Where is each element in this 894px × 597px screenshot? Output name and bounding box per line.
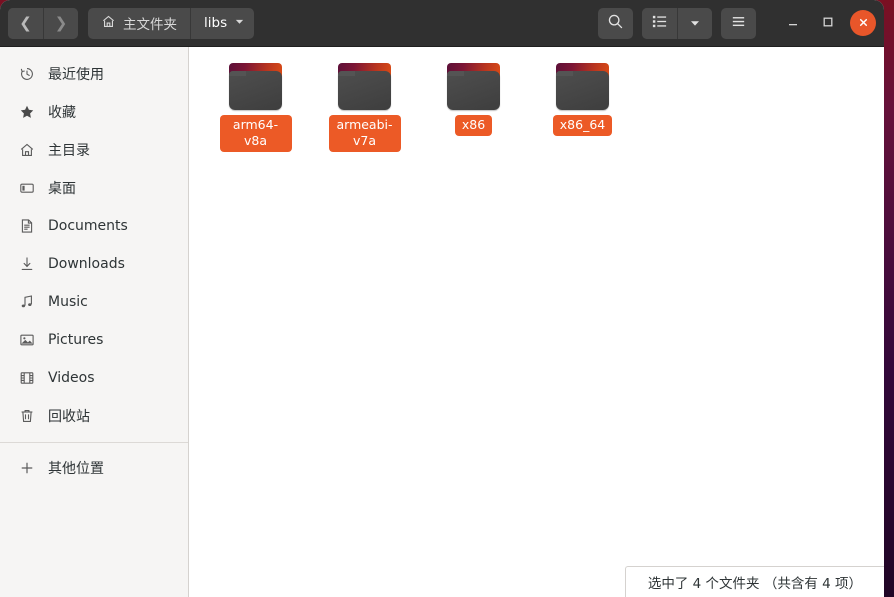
sidebar-item-label: Documents xyxy=(48,218,128,234)
trash-icon xyxy=(18,408,35,425)
status-bar: 选中了 4 个文件夹 （共含有 4 项） xyxy=(624,566,884,597)
sidebar-item-label: Videos xyxy=(48,370,95,386)
sidebar-divider xyxy=(0,442,188,443)
music-icon xyxy=(18,294,35,311)
sidebar-item-videos[interactable]: Videos xyxy=(0,359,188,397)
sidebar-item-recent[interactable]: 最近使用 xyxy=(0,55,188,93)
header-left-group: ❮ ❯ 主文件夹 libs xyxy=(8,7,255,39)
breadcrumb: 主文件夹 libs xyxy=(88,7,255,39)
file-item[interactable]: armeabi-v7a xyxy=(310,57,419,152)
status-bar-text: 选中了 4 个文件夹 （共含有 4 项） xyxy=(647,576,862,592)
list-view-button[interactable] xyxy=(642,7,677,39)
hamburger-menu-icon xyxy=(730,13,747,34)
sidebar-item-label: 最近使用 xyxy=(48,67,104,83)
file-item-label: x86_64 xyxy=(552,115,613,136)
list-view-icon xyxy=(651,13,668,34)
main-menu-button[interactable] xyxy=(721,7,756,39)
file-item-label: armeabi-v7a xyxy=(328,115,401,152)
sidebar-item-home[interactable]: 主目录 xyxy=(0,131,188,169)
star-icon xyxy=(18,104,35,121)
sidebar-item-other-locations[interactable]: 其他位置 xyxy=(0,449,188,487)
folder-icon xyxy=(228,63,283,110)
file-item[interactable]: arm64-v8a xyxy=(201,57,310,152)
sidebar-item-downloads[interactable]: Downloads xyxy=(0,245,188,283)
sidebar: 最近使用 收藏 主目录 桌面 Documents Downloads Music… xyxy=(0,47,189,597)
view-options-dropdown-button[interactable] xyxy=(677,7,712,39)
minimize-button[interactable] xyxy=(780,10,806,36)
sidebar-item-pictures[interactable]: Pictures xyxy=(0,321,188,359)
view-mode-group xyxy=(642,7,712,39)
home-icon xyxy=(18,142,35,159)
close-icon xyxy=(857,14,870,33)
sidebar-item-trash[interactable]: 回收站 xyxy=(0,397,188,435)
file-list-view[interactable]: arm64-v8a armeabi-v7a x86 x86_64 选中了 4 个… xyxy=(189,47,884,597)
file-item[interactable]: x86_64 xyxy=(528,57,637,152)
forward-icon: ❯ xyxy=(54,13,68,32)
clock-icon xyxy=(18,66,35,83)
sidebar-item-starred[interactable]: 收藏 xyxy=(0,93,188,131)
maximize-icon xyxy=(821,14,835,33)
folder-icon xyxy=(555,63,610,110)
window-body: 最近使用 收藏 主目录 桌面 Documents Downloads Music… xyxy=(0,47,884,597)
back-button[interactable]: ❮ xyxy=(8,7,43,39)
forward-button[interactable]: ❯ xyxy=(43,7,78,39)
breadcrumb-current-label: libs xyxy=(204,15,228,31)
search-button[interactable] xyxy=(598,7,633,39)
header-right-group xyxy=(598,7,876,39)
breadcrumb-home-label: 主文件夹 xyxy=(123,17,177,33)
search-icon xyxy=(607,13,624,34)
sidebar-item-desktop[interactable]: 桌面 xyxy=(0,169,188,207)
folder-icon xyxy=(446,63,501,110)
file-item[interactable]: x86 xyxy=(419,57,528,152)
file-item-label: x86 xyxy=(454,115,493,136)
minimize-icon xyxy=(786,14,800,33)
file-item-label: arm64-v8a xyxy=(219,115,292,152)
plus-icon xyxy=(18,460,35,477)
close-button[interactable] xyxy=(850,10,876,36)
sidebar-item-music[interactable]: Music xyxy=(0,283,188,321)
sidebar-item-label: Pictures xyxy=(48,332,104,348)
header-bar: ❮ ❯ 主文件夹 libs xyxy=(0,0,884,47)
sidebar-item-label: 主目录 xyxy=(48,143,90,159)
videos-icon xyxy=(18,370,35,387)
file-grid: arm64-v8a armeabi-v7a x86 x86_64 xyxy=(189,47,884,152)
breadcrumb-item-current[interactable]: libs xyxy=(190,7,254,39)
sidebar-item-label: Music xyxy=(48,294,88,310)
sidebar-item-label: 桌面 xyxy=(48,181,76,197)
breadcrumb-item-home[interactable]: 主文件夹 xyxy=(88,8,190,39)
sidebar-item-label: 其他位置 xyxy=(48,461,104,477)
sidebar-item-label: 回收站 xyxy=(48,409,90,425)
maximize-button[interactable] xyxy=(815,10,841,36)
downloads-icon xyxy=(18,256,35,273)
folder-icon xyxy=(337,63,392,110)
desktop-icon xyxy=(18,180,35,197)
sidebar-item-documents[interactable]: Documents xyxy=(0,207,188,245)
sidebar-item-label: Downloads xyxy=(48,256,125,272)
file-manager-window: ❮ ❯ 主文件夹 libs 最近使用 收藏 主目录 桌面 Documents D… xyxy=(0,0,884,597)
back-icon: ❮ xyxy=(19,13,32,32)
pictures-icon xyxy=(18,332,35,349)
chevron-down-icon xyxy=(689,14,701,33)
documents-icon xyxy=(18,218,35,235)
chevron-down-icon[interactable] xyxy=(234,15,245,31)
navigation-button-group: ❮ ❯ xyxy=(8,7,78,39)
sidebar-item-label: 收藏 xyxy=(48,105,76,121)
home-icon xyxy=(101,14,116,33)
